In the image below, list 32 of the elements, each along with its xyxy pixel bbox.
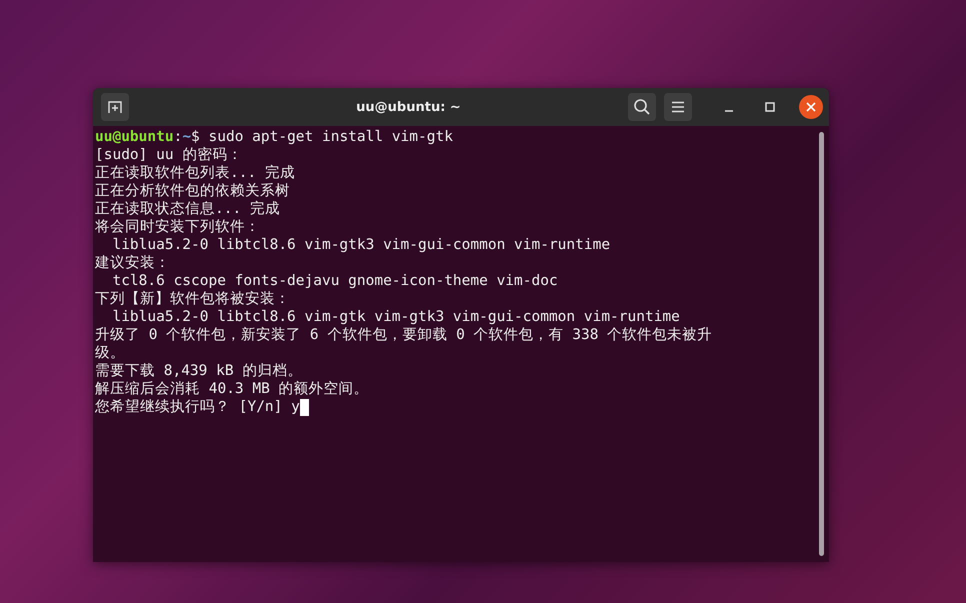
minimize-icon	[724, 110, 734, 112]
prompt-path: ~	[182, 128, 192, 146]
output-line: liblua5.2-0 libtcl8.6 vim-gtk vim-gtk3 vim-gui-common vim-runtime	[111, 308, 680, 326]
output-line: 解压缩后会消耗 40.3 MB 的额外空间。	[95, 380, 369, 398]
menu-button[interactable]	[664, 93, 692, 121]
output-line: 正在分析软件包的依赖关系树	[95, 182, 290, 200]
window-title: uu@ubuntu: ~	[355, 100, 462, 114]
output-line: [sudo] uu 的密码：	[95, 146, 242, 164]
scrollbar[interactable]	[819, 132, 824, 556]
prompt-user: uu@ubuntu	[95, 128, 174, 146]
command-text: $ sudo apt-get install vim-gtk	[191, 128, 453, 146]
output-line: liblua5.2-0 libtcl8.6 vim-gtk3 vim-gui-common vim-runtime	[111, 236, 610, 254]
output-line: 下列【新】软件包将被安装：	[95, 290, 290, 308]
output-line: 将会同时安装下列软件：	[95, 218, 260, 236]
new-tab-icon	[107, 99, 123, 115]
maximize-icon	[765, 102, 775, 112]
menu-icon	[671, 101, 685, 113]
search-button[interactable]	[628, 93, 656, 121]
input-line: 您希望继续执行吗？ [Y/n] y	[95, 398, 300, 416]
close-icon	[806, 102, 816, 112]
output-line: 建议安装：	[95, 254, 170, 272]
output-line: 需要下载 8,439 kB 的归档。	[95, 362, 302, 380]
close-button[interactable]	[799, 95, 823, 119]
output-line: 正在读取软件包列表... 完成	[95, 164, 295, 182]
prompt-separator: :	[174, 128, 182, 146]
text-cursor	[300, 398, 309, 416]
output-line: 级。	[95, 344, 125, 362]
output-line: tcl8.6 cscope fonts-dejavu gnome-icon-theme vim-doc	[111, 272, 558, 290]
output-line: 正在读取状态信息... 完成	[95, 200, 280, 218]
new-tab-button[interactable]	[101, 93, 129, 121]
output-line: 升级了 0 个软件包，新安装了 6 个软件包，要卸载 0 个软件包，有 338 个软件包未被升	[95, 326, 712, 344]
search-icon	[633, 98, 651, 116]
